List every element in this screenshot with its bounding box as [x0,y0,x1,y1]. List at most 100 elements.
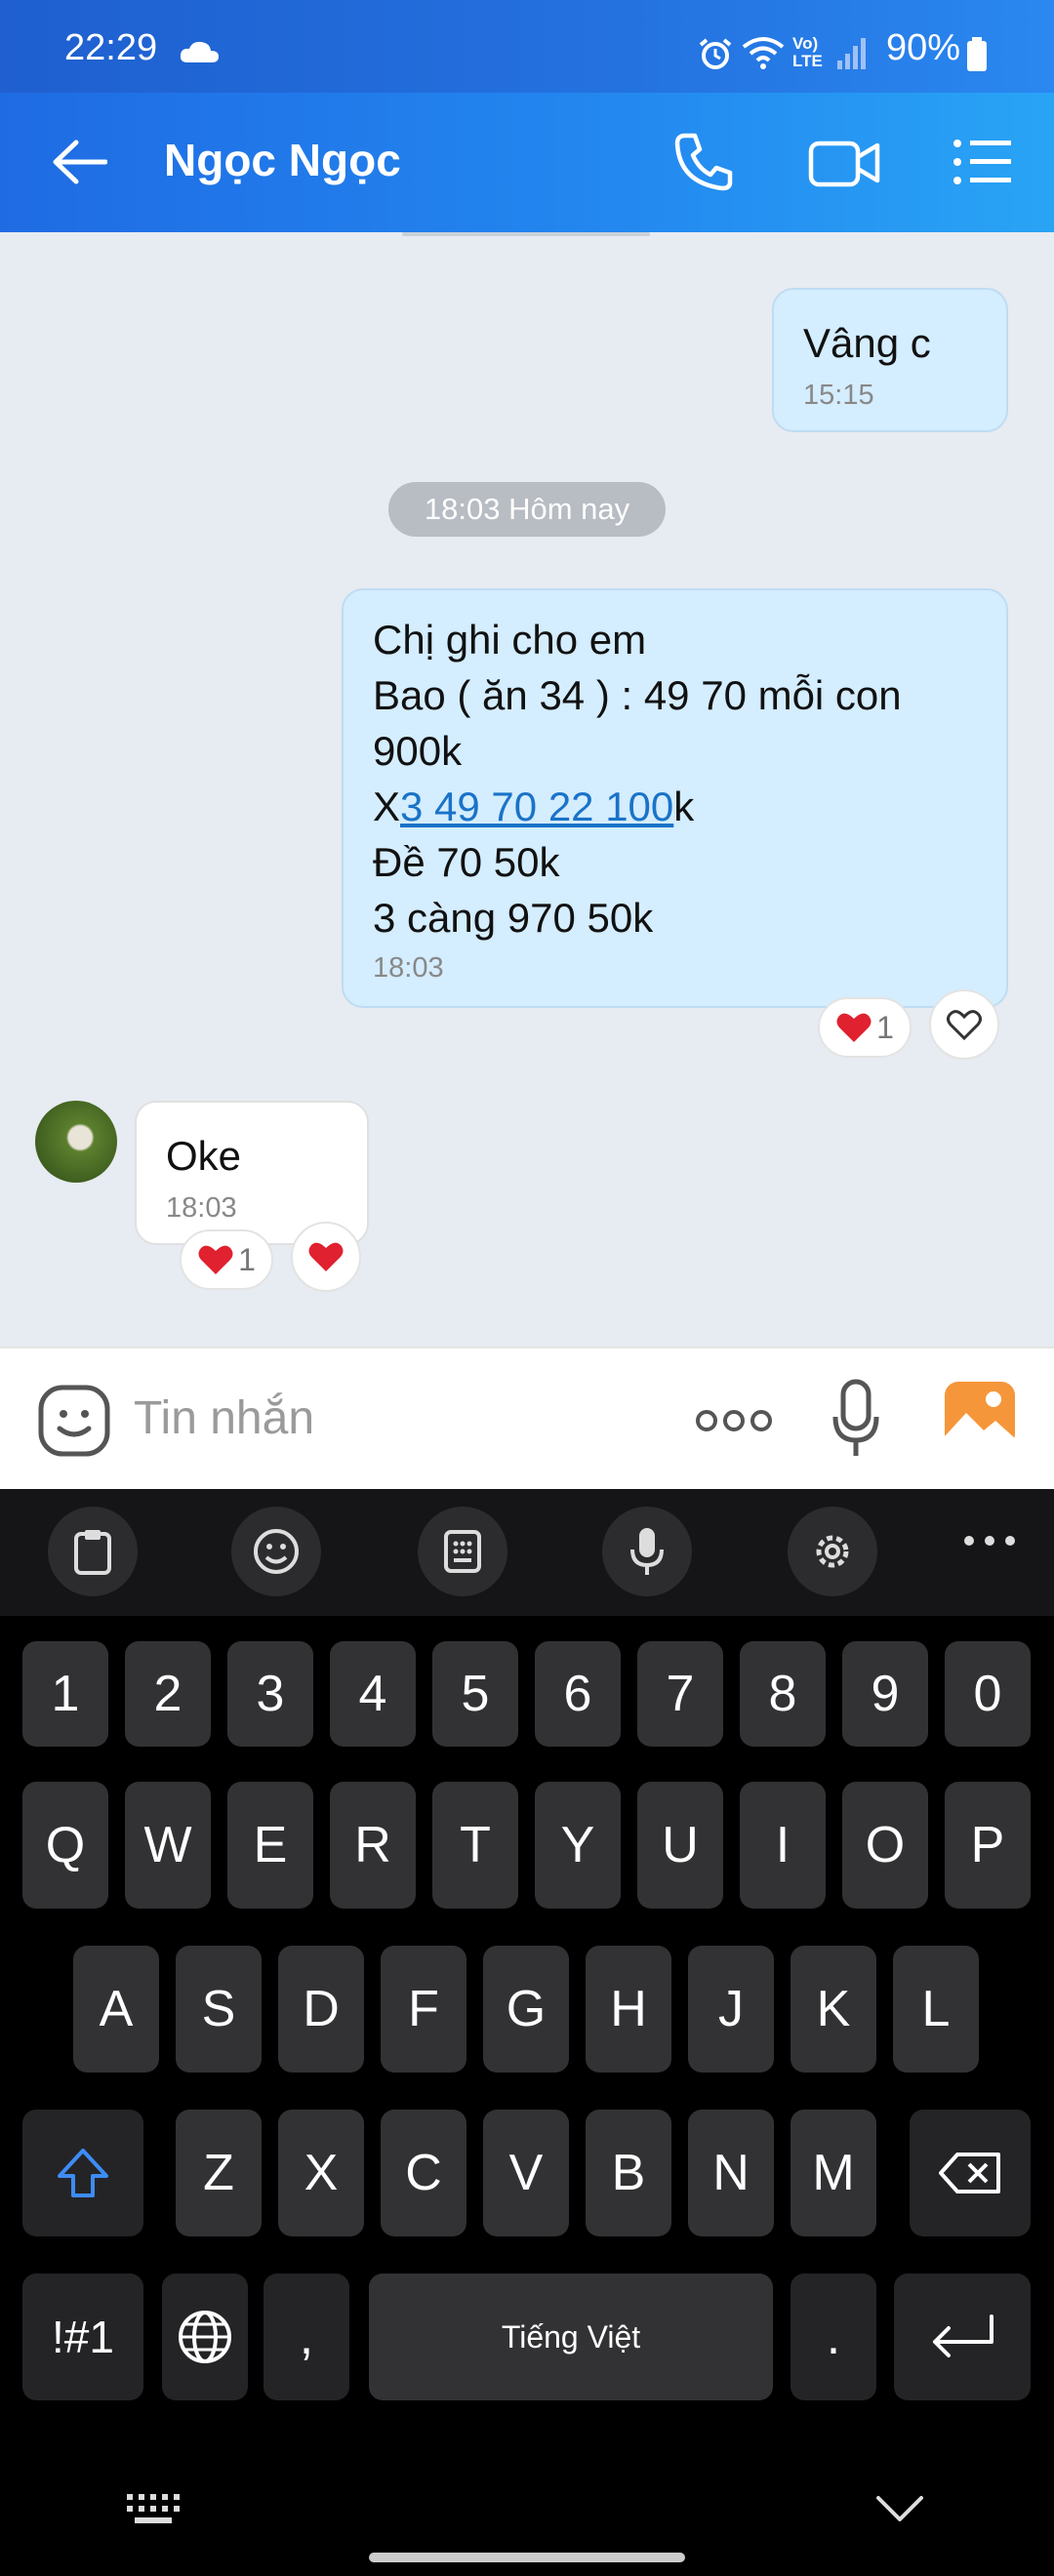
message-bubble-outgoing[interactable]: Vâng c 15:15 [772,288,1008,432]
key-p[interactable]: P [945,1782,1031,1909]
react-button[interactable] [929,989,999,1060]
microphone-icon[interactable] [831,1378,880,1460]
clipboard-icon [74,1530,111,1575]
key-a[interactable]: A [73,1946,159,2073]
key-6[interactable]: 6 [535,1641,621,1747]
key-i[interactable]: I [740,1782,826,1909]
key-h[interactable]: H [586,1946,671,2073]
settings-button[interactable] [788,1507,877,1596]
line-suffix: k [673,784,695,829]
status-bar: 22:29 Vo) LTE 90% [0,0,1054,93]
key-l[interactable]: L [893,1946,979,2073]
contact-name[interactable]: Ngọc Ngọc [164,134,401,186]
key-r[interactable]: R [330,1782,416,1909]
key-2[interactable]: 2 [125,1641,211,1747]
back-arrow-icon[interactable] [51,140,107,184]
key-x[interactable]: X [278,2110,364,2236]
key-d[interactable]: D [278,1946,364,2073]
key-q[interactable]: Q [22,1782,108,1909]
key-7[interactable]: 7 [637,1641,723,1747]
reaction-count-chip[interactable]: 1 [818,997,912,1058]
key-m[interactable]: M [790,2110,876,2236]
message-time: 18:03 [373,952,444,984]
heart-icon [308,1242,344,1271]
key-k[interactable]: K [790,1946,876,2073]
emoji-icon [254,1529,299,1574]
message-bubble-outgoing[interactable]: Chị ghi cho em Bao ( ăn 34 ) : 49 70 mỗi… [342,588,1008,1008]
phone-call-icon[interactable] [673,132,734,192]
avatar[interactable] [35,1101,117,1183]
key-s[interactable]: S [176,1946,262,2073]
language-key[interactable] [162,2274,248,2400]
enter-key[interactable] [894,2274,1031,2400]
key-e[interactable]: E [227,1782,313,1909]
key-v[interactable]: V [483,2110,569,2236]
key-8[interactable]: 8 [740,1641,826,1747]
enter-icon [933,2314,993,2357]
battery-percent: 90% [885,27,960,68]
key-y[interactable]: Y [535,1782,621,1909]
key-c[interactable]: C [381,2110,466,2236]
message-line: 3 càng 970 50k [373,895,654,941]
more-options-icon[interactable] [695,1409,773,1432]
message-line: Đề 70 50k [373,839,560,885]
keyboard: 1 2 3 4 5 6 7 8 9 0 Q W E R T Y U I O P … [0,1489,1054,2576]
backspace-key[interactable] [910,2110,1031,2236]
menu-list-icon[interactable] [953,138,1013,186]
emoji-button[interactable] [231,1507,321,1596]
keyboard-toolbar [0,1489,1054,1616]
chat-area[interactable]: Vâng c 15:15 18:03 Hôm nay Chị ghi cho e… [0,232,1054,1347]
gear-icon [816,1535,849,1568]
react-button[interactable] [291,1222,361,1292]
cloud-icon [178,39,221,64]
status-time: 22:29 [64,27,158,68]
shift-key[interactable] [22,2110,143,2236]
space-key[interactable]: Tiếng Việt [369,2274,773,2400]
message-line: X3 49 70 22 100k [373,779,977,834]
key-1[interactable]: 1 [22,1641,108,1747]
key-9[interactable]: 9 [842,1641,928,1747]
hide-keyboard-icon[interactable] [874,2494,925,2523]
voice-input-button[interactable] [602,1507,692,1596]
alarm-icon [698,37,733,70]
key-o[interactable]: O [842,1782,928,1909]
keyboard-mode-button[interactable] [418,1507,507,1596]
message-time: 18:03 [166,1192,237,1224]
reaction-count: 1 [876,1009,894,1045]
key-4[interactable]: 4 [330,1641,416,1747]
comma-key[interactable]: , [264,2274,349,2400]
key-b[interactable]: B [586,2110,671,2236]
key-w[interactable]: W [125,1782,211,1909]
symbols-key[interactable]: !#1 [22,2274,143,2400]
key-z[interactable]: Z [176,2110,262,2236]
message-input[interactable]: Tin nhắn [134,1391,314,1445]
reaction-count: 1 [238,1241,256,1277]
microphone-icon [630,1528,664,1575]
key-t[interactable]: T [432,1782,518,1909]
key-3[interactable]: 3 [227,1641,313,1747]
globe-icon [179,2311,231,2363]
phone-number-link[interactable]: 3 49 70 22 100 [400,784,673,829]
more-tools-button[interactable] [962,1534,1017,1548]
key-u[interactable]: U [637,1782,723,1909]
lte-badge: Vo) LTE [792,34,823,70]
image-gallery-icon[interactable] [943,1380,1017,1450]
keyboard-switch-icon[interactable] [127,2494,182,2525]
message-input-bar: Tin nhắn [0,1347,1054,1491]
message-line: Chị ghi cho em [373,617,647,663]
message-text: Vâng c [803,320,931,366]
period-key[interactable]: . [790,2274,876,2400]
sticker-icon[interactable] [37,1384,111,1458]
clipboard-button[interactable] [48,1507,138,1596]
key-g[interactable]: G [483,1946,569,2073]
key-f[interactable]: F [381,1946,466,2073]
home-indicator[interactable] [369,2553,685,2562]
video-call-icon[interactable] [808,136,880,190]
reaction-count-chip[interactable]: 1 [180,1229,273,1290]
key-5[interactable]: 5 [432,1641,518,1747]
key-n[interactable]: N [688,2110,774,2236]
key-j[interactable]: J [688,1946,774,2073]
line-prefix: X [373,784,401,829]
key-0[interactable]: 0 [945,1641,1031,1747]
heart-outline-icon [947,1010,982,1041]
